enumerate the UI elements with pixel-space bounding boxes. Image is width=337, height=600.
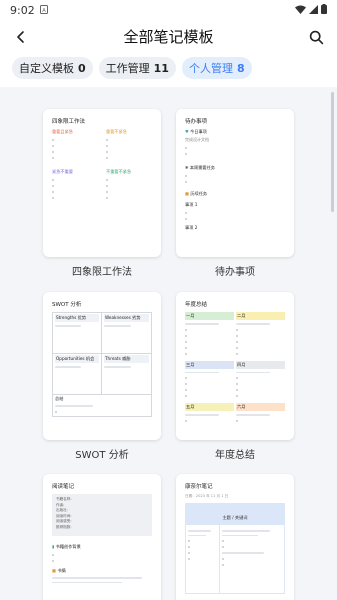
thumb-section: 书籍创作背景 (55, 544, 81, 549)
quadrant-label: 紧急不重要 (52, 169, 73, 174)
thumb-title: SWOT 分析 (52, 302, 82, 308)
template-thumbnail: 年度总结 一月 二月 三月 四月 五月 六月 (176, 292, 294, 440)
thumb-section: 书摘 (57, 568, 66, 573)
thumb-title: 阅读笔记 (52, 484, 75, 490)
template-card-cornell-notes[interactable]: 康奈尔笔记 日期：2023 年 11 月 1 日 主题 / 关键词 (176, 474, 294, 600)
scrollbar[interactable] (331, 92, 334, 212)
template-caption: SWOT 分析 (75, 450, 129, 461)
thumb-title: 年度总结 (185, 302, 208, 308)
swot-label: Threats 威胁 (104, 355, 149, 363)
title-bar: 全部笔记模板 (0, 20, 337, 52)
tab-count: 0 (78, 61, 86, 75)
quadrant-label: 不重要不紧急 (106, 169, 132, 174)
swot-label: Strengths 优势 (55, 314, 99, 322)
search-icon (309, 30, 323, 44)
battery-icon (321, 3, 327, 17)
status-time: 9:02 (10, 3, 35, 17)
month-label: 三月 (185, 360, 234, 369)
tab-label: 自定义模板 (19, 62, 74, 75)
template-card-annual-summary[interactable]: 年度总结 一月 二月 三月 四月 五月 六月 年度总结 (176, 292, 294, 461)
template-caption: 四象限工作法 (72, 267, 132, 278)
template-thumbnail: 待办事项 ♥ 今日事项 完成设计文档 ✱ 本周需要任务 ■ 历续任务 事项 1 … (176, 109, 294, 257)
signal-icon (309, 4, 318, 17)
template-thumbnail: 康奈尔笔记 日期：2023 年 11 月 1 日 主题 / 关键词 (176, 474, 294, 600)
sim-icon: A (39, 4, 48, 17)
thumb-item: 事项 1 (185, 202, 198, 207)
back-button[interactable] (10, 26, 32, 48)
thumb-item: 完成设计文档 (185, 137, 209, 142)
swot-label: Weaknesses 劣势 (104, 314, 149, 322)
tab-count: 8 (236, 61, 245, 75)
thumb-title: 待办事项 (185, 119, 208, 125)
info-item: 推荐指数: (56, 524, 72, 529)
thumb-subtitle: 日期：2023 年 11 月 1 日 (185, 494, 229, 498)
search-button[interactable] (305, 26, 327, 48)
template-card-reading-notes[interactable]: 阅读笔记 书籍名称: 作者: 出版社: 阅读时间: 阅读感受: 推荐指数: ▮ … (43, 474, 161, 600)
template-thumbnail: 阅读笔记 书籍名称: 作者: 出版社: 阅读时间: 阅读感受: 推荐指数: ▮ … (43, 474, 161, 600)
status-bar: 9:02 A (0, 0, 337, 20)
template-card-todo[interactable]: 待办事项 ♥ 今日事项 完成设计文档 ✱ 本周需要任务 ■ 历续任务 事项 1 … (176, 109, 294, 278)
tab-label: 工作管理 (105, 62, 150, 75)
template-card-four-quadrants[interactable]: 四象限工作法 重要且紧急 重要不紧急 紧急不重要 不重要不紧急 四象限工作法 (43, 109, 161, 278)
template-caption: 年度总结 (215, 450, 255, 461)
category-tabs: 自定义模板 0 工作管理 11 个人管理 8 (12, 57, 252, 79)
template-thumbnail: SWOT 分析 Strengths 优势 Weaknesses 劣势 Oppor… (43, 292, 161, 440)
template-caption: 待办事项 (215, 267, 255, 278)
month-label: 一月 (185, 312, 234, 320)
thumb-title: 四象限工作法 (52, 119, 86, 125)
template-thumbnail: 四象限工作法 重要且紧急 重要不紧急 紧急不重要 不重要不紧急 (43, 109, 161, 257)
month-label: 二月 (236, 312, 285, 320)
thumb-section: 本周需要任务 (189, 165, 215, 170)
quadrant-label: 重要不紧急 (106, 129, 127, 134)
month-label: 五月 (185, 403, 234, 411)
thumb-header: 主题 / 关键词 (222, 515, 248, 520)
info-box: 书籍名称: 作者: 出版社: 阅读时间: 阅读感受: 推荐指数: (52, 494, 152, 536)
status-right (295, 3, 327, 17)
tab-work-management[interactable]: 工作管理 11 (98, 57, 176, 79)
tab-personal-management[interactable]: 个人管理 8 (181, 57, 252, 79)
svg-text:A: A (42, 8, 46, 14)
tab-count: 11 (153, 61, 169, 75)
quadrant-label: 重要且紧急 (52, 129, 73, 134)
wifi-icon (295, 4, 306, 17)
thumb-section: 历续任务 (190, 191, 208, 196)
back-arrow-icon (17, 31, 24, 43)
page-title: 全部笔记模板 (123, 27, 214, 46)
tab-custom-templates[interactable]: 自定义模板 0 (12, 57, 93, 79)
swot-label: Opportunities 机会 (55, 355, 99, 363)
template-card-swot[interactable]: SWOT 分析 Strengths 优势 Weaknesses 劣势 Oppor… (43, 292, 161, 461)
tab-label: 个人管理 (188, 62, 233, 75)
thumb-item: 事项 2 (185, 225, 198, 230)
thumb-section: 今日事项 (190, 129, 207, 134)
thumb-title: 康奈尔笔记 (185, 484, 213, 490)
swot-label: 总结 (55, 396, 64, 401)
month-label: 四月 (236, 360, 285, 369)
status-left: 9:02 A (10, 4, 48, 17)
template-grid: 四象限工作法 重要且紧急 重要不紧急 紧急不重要 不重要不紧急 四象限工作法 待… (0, 87, 337, 600)
month-label: 六月 (236, 403, 285, 411)
